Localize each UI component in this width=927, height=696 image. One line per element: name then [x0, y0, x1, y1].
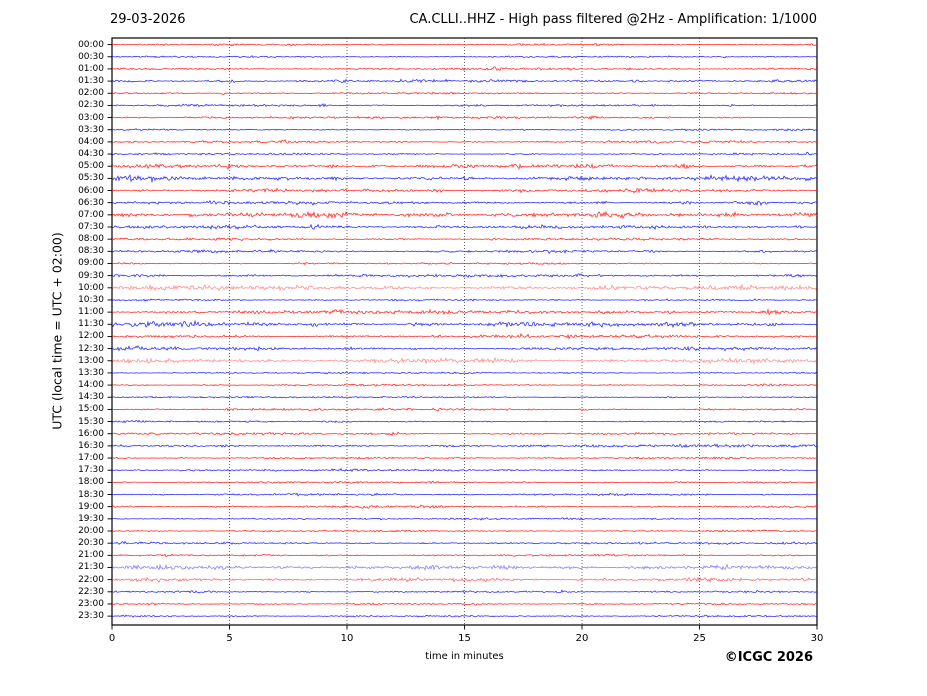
y-tick-label: 10:00: [78, 282, 104, 293]
y-tick-label: 04:30: [78, 149, 104, 160]
y-tick-label: 16:00: [78, 428, 104, 439]
y-tick-label: 22:00: [78, 574, 104, 585]
y-tick-label: 06:30: [78, 197, 104, 208]
y-tick-label: 20:00: [78, 526, 104, 536]
y-tick-label: 05:00: [78, 161, 104, 172]
y-tick-label: 18:00: [78, 477, 104, 488]
y-tick-label: 09:30: [78, 270, 104, 281]
date-label: 29-03-2026: [110, 12, 186, 27]
y-tick-label: 11:00: [78, 307, 104, 318]
y-tick-label: 22:30: [78, 586, 104, 597]
y-tick-label: 06:00: [78, 185, 104, 196]
y-tick-label: 11:30: [78, 319, 104, 330]
y-tick-label: 10:30: [78, 294, 104, 305]
y-tick-label: 01:00: [78, 63, 104, 74]
helicorder-page: 29-03-2026 CA.CLLI..HHZ - High pass filt…: [0, 0, 927, 696]
y-tick-label: 13:30: [78, 367, 104, 378]
y-tick-label: 17:00: [78, 453, 104, 464]
y-tick-label: 04:00: [78, 136, 104, 147]
y-tick-label: 20:30: [78, 538, 104, 549]
y-tick-label: 15:00: [78, 404, 104, 415]
y-tick-label: 17:30: [78, 465, 104, 476]
y-tick-label: 03:00: [78, 112, 104, 123]
y-tick-label: 16:30: [78, 440, 104, 451]
y-tick-label: 13:00: [78, 355, 104, 366]
y-tick-label: 23:30: [78, 611, 104, 622]
plot-title: CA.CLLI..HHZ - High pass filtered @2Hz -…: [409, 12, 817, 27]
y-tick-label: 19:30: [78, 513, 104, 524]
y-tick-label: 21:30: [78, 562, 104, 573]
y-tick-label: 12:30: [78, 343, 104, 354]
y-tick-label: 00:30: [78, 51, 104, 62]
x-tick-label: 25: [693, 633, 706, 644]
y-tick-label: 08:00: [78, 234, 104, 245]
y-tick-label: 02:30: [78, 100, 104, 111]
y-tick-label: 12:00: [78, 331, 104, 342]
x-tick-label: 30: [810, 633, 824, 644]
y-tick-label: 18:30: [78, 489, 104, 500]
y-tick-label: 19:00: [78, 501, 104, 512]
y-tick-label: 23:00: [78, 598, 104, 609]
y-tick-label: 21:00: [78, 550, 104, 561]
helicorder-canvas: [0, 0, 927, 696]
y-tick-label: 07:30: [78, 222, 104, 232]
x-tick-label: 5: [226, 633, 233, 644]
x-tick-label: 15: [458, 633, 471, 644]
copyright-label: ©ICGC 2026: [724, 650, 813, 665]
y-tick-label: 03:30: [78, 124, 104, 135]
x-tick-label: 0: [108, 633, 116, 644]
x-tick-label: 10: [340, 633, 354, 644]
y-tick-label: 08:30: [78, 246, 104, 257]
y-tick-label: 05:30: [78, 173, 104, 184]
y-tick-label: 01:30: [78, 76, 104, 87]
y-tick-label: 00:00: [78, 39, 104, 50]
y-tick-label: 02:00: [78, 88, 104, 99]
y-tick-label: 15:30: [78, 416, 104, 427]
y-tick-label: 14:00: [78, 380, 104, 391]
x-tick-label: 20: [575, 633, 589, 644]
y-tick-label: 14:30: [78, 392, 104, 403]
x-axis-label: time in minutes: [425, 651, 504, 662]
y-tick-label: 07:00: [78, 209, 104, 220]
y-tick-label: 09:00: [78, 258, 104, 269]
